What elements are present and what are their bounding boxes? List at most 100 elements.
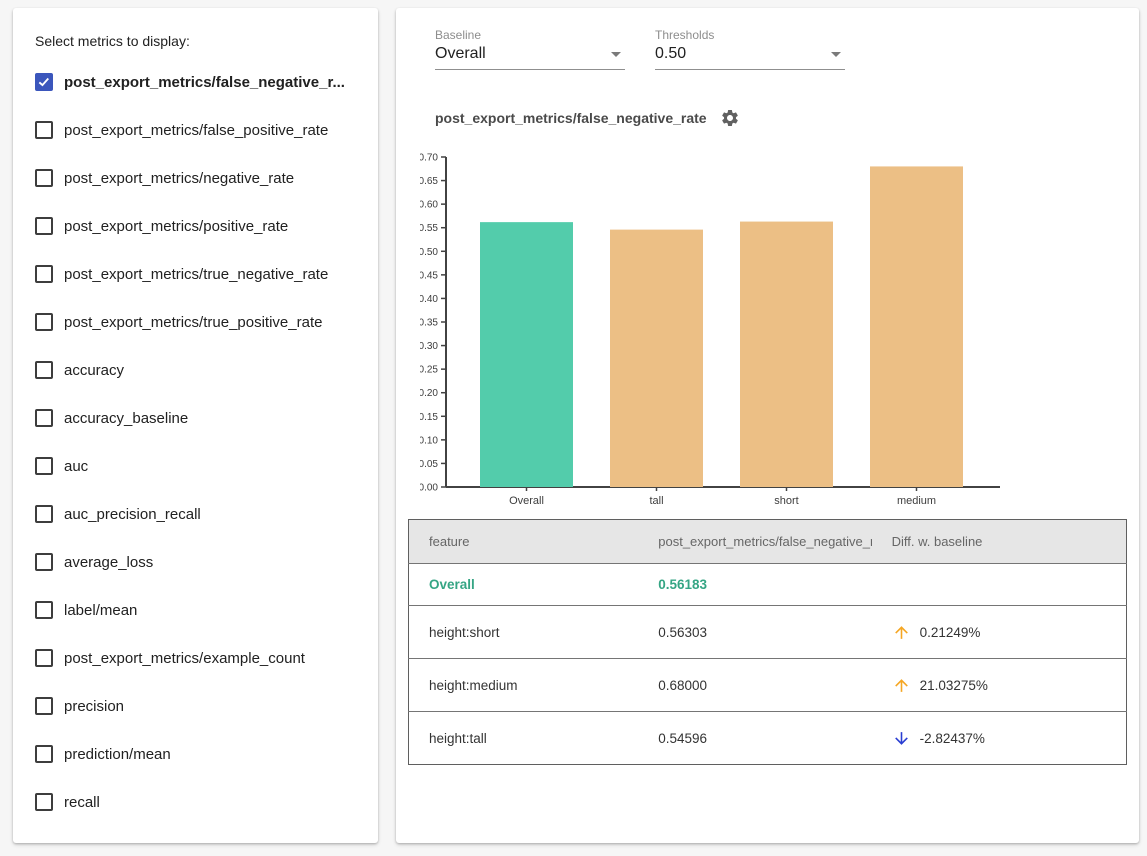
checkbox-icon[interactable] [35, 265, 53, 283]
diff-value: 0.21249% [920, 625, 981, 640]
metric-label: post_export_metrics/true_negative_rate [64, 266, 328, 283]
checkbox-icon[interactable] [35, 361, 53, 379]
metric-label: post_export_metrics/negative_rate [64, 170, 294, 187]
arrow-down-icon [892, 729, 911, 748]
metric-item[interactable]: post_export_metrics/false_negative_r... [35, 58, 378, 106]
y-tick-label: 0.30 [420, 341, 438, 352]
sidebar-title: Select metrics to display: [35, 33, 378, 49]
value-cell: 0.56183 [638, 564, 871, 606]
arrow-up-icon [892, 676, 911, 695]
metric-label: post_export_metrics/example_count [64, 650, 305, 667]
y-tick-label: 0.60 [420, 200, 438, 211]
metric-list: post_export_metrics/false_negative_r...p… [35, 58, 378, 826]
y-tick-label: 0.45 [420, 270, 438, 281]
metric-item[interactable]: post_export_metrics/true_positive_rate [35, 298, 378, 346]
checkbox-icon[interactable] [35, 553, 53, 571]
gear-icon[interactable] [720, 108, 740, 128]
thresholds-dropdown[interactable]: Thresholds 0.50 [655, 28, 845, 70]
metric-label: prediction/mean [64, 746, 171, 763]
table-header-row: featurepost_export_metrics/false_negativ… [409, 520, 1127, 564]
checkbox-icon[interactable] [35, 793, 53, 811]
diff-cell: 0.21249% [872, 606, 1127, 659]
metric-item[interactable]: post_export_metrics/false_positive_rate [35, 106, 378, 154]
metric-label: precision [64, 698, 124, 715]
table-header-cell: post_export_metrics/false_negative_rat..… [638, 520, 871, 564]
diff-cell: 21.03275% [872, 659, 1127, 712]
y-tick-label: 0.70 [420, 153, 438, 164]
metric-label: post_export_metrics/false_negative_r... [64, 74, 345, 91]
metric-item[interactable]: accuracy [35, 346, 378, 394]
metric-item[interactable]: auc_precision_recall [35, 490, 378, 538]
feature-cell: height:tall [409, 712, 639, 765]
metric-label: post_export_metrics/positive_rate [64, 218, 288, 235]
y-tick-label: 0.50 [420, 247, 438, 258]
y-tick-label: 0.05 [420, 459, 438, 470]
bar-short[interactable] [740, 222, 833, 487]
y-tick-label: 0.00 [420, 483, 438, 494]
table-row: height:short0.56303 0.21249% [409, 606, 1127, 659]
checkbox-icon[interactable] [35, 649, 53, 667]
table-row: height:medium0.6800021.03275% [409, 659, 1127, 712]
metric-item[interactable]: accuracy_baseline [35, 394, 378, 442]
bar-tall[interactable] [610, 230, 703, 487]
x-tick-label: medium [897, 495, 936, 507]
metrics-table: featurepost_export_metrics/false_negativ… [408, 519, 1127, 765]
checkbox-icon[interactable] [35, 745, 53, 763]
diff-value: 21.03275% [920, 678, 988, 693]
diff-value: -2.82437% [920, 731, 985, 746]
table-row: Overall0.56183 [409, 564, 1127, 606]
thresholds-dropdown-value: 0.50 [655, 45, 686, 63]
checkbox-icon[interactable] [35, 505, 53, 523]
checkbox-checked-icon[interactable] [35, 73, 53, 91]
metric-label: auc [64, 458, 88, 475]
bar-chart-svg: 0.000.050.100.150.200.250.300.350.400.45… [420, 149, 1020, 511]
chevron-down-icon [831, 52, 841, 57]
checkbox-icon[interactable] [35, 217, 53, 235]
checkbox-icon[interactable] [35, 313, 53, 331]
metric-label: post_export_metrics/false_positive_rate [64, 122, 328, 139]
checkbox-icon[interactable] [35, 601, 53, 619]
metric-label: accuracy [64, 362, 124, 379]
metric-item[interactable]: precision [35, 682, 378, 730]
bar-medium[interactable] [870, 166, 963, 487]
y-tick-label: 0.10 [420, 435, 438, 446]
diff-cell: -2.82437% [872, 712, 1127, 765]
baseline-dropdown[interactable]: Baseline Overall [435, 28, 625, 70]
metric-label: label/mean [64, 602, 137, 619]
chevron-down-icon [611, 52, 621, 57]
metric-item[interactable]: post_export_metrics/true_negative_rate [35, 250, 378, 298]
y-tick-label: 0.20 [420, 388, 438, 399]
y-tick-label: 0.25 [420, 365, 438, 376]
feature-cell: height:medium [409, 659, 639, 712]
metric-item[interactable]: auc [35, 442, 378, 490]
metric-item[interactable]: post_export_metrics/example_count [35, 634, 378, 682]
chart-title: post_export_metrics/false_negative_rate [435, 110, 707, 126]
bar-Overall[interactable] [480, 222, 573, 487]
feature-cell: Overall [409, 564, 639, 606]
x-tick-label: tall [649, 495, 663, 507]
checkbox-icon[interactable] [35, 409, 53, 427]
x-tick-label: Overall [509, 495, 544, 507]
y-tick-label: 0.40 [420, 294, 438, 305]
metric-item[interactable]: average_loss [35, 538, 378, 586]
table-header-cell: Diff. w. baseline [872, 520, 1127, 564]
metric-label: auc_precision_recall [64, 506, 201, 523]
metric-item[interactable]: post_export_metrics/negative_rate [35, 154, 378, 202]
feature-cell: height:short [409, 606, 639, 659]
y-tick-label: 0.55 [420, 223, 438, 234]
checkbox-icon[interactable] [35, 457, 53, 475]
x-tick-label: short [774, 495, 798, 507]
checkbox-icon[interactable] [35, 697, 53, 715]
metric-item[interactable]: post_export_metrics/positive_rate [35, 202, 378, 250]
value-cell: 0.56303 [638, 606, 871, 659]
table-header-cell: feature [409, 520, 639, 564]
checkbox-icon[interactable] [35, 121, 53, 139]
bar-chart: 0.000.050.100.150.200.250.300.350.400.45… [420, 149, 1020, 516]
metric-item[interactable]: prediction/mean [35, 730, 378, 778]
controls-bar: Baseline Overall Thresholds 0.50 [435, 28, 845, 70]
metric-item[interactable]: label/mean [35, 586, 378, 634]
checkbox-icon[interactable] [35, 169, 53, 187]
value-cell: 0.54596 [638, 712, 871, 765]
metric-item[interactable]: recall [35, 778, 378, 826]
metric-label: accuracy_baseline [64, 410, 188, 427]
